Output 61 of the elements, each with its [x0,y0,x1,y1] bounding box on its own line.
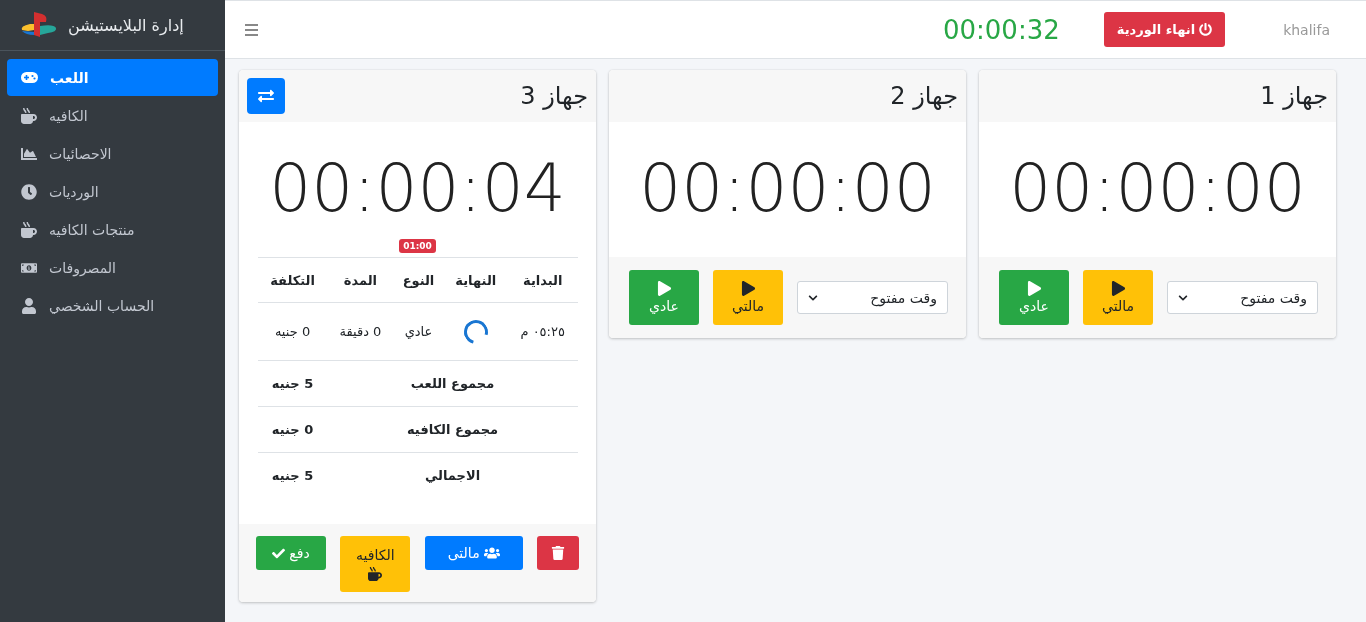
delete-button[interactable] [537,536,579,570]
column-header: التكلفة [257,257,328,303]
sidebar-item[interactable]: الحساب الشخصي [7,287,218,324]
total-label: الاجمالي [327,452,578,498]
play-icon [1026,281,1042,296]
sidebar-item[interactable]: الورديات [7,173,218,210]
total-value: 0 جنيه [257,406,328,453]
chevron-down-icon [808,292,818,303]
swap-button[interactable] [247,78,285,114]
total-value: 5 جنيه [257,360,328,407]
shift-timer: 00:00:32 [942,14,1060,45]
play-icon [656,281,672,296]
total-label: مجموع الكافيه [327,406,578,453]
sidebar-item[interactable]: منتجات الكافيه [7,211,218,248]
end-shift-button[interactable]: انهاء الوردية [1103,12,1226,47]
chart-icon [21,145,37,162]
mug-icon [368,567,383,581]
device-timer: 00:00:04 [268,149,567,229]
menu-icon[interactable] [245,23,258,36]
column-header: النهاية [443,257,508,303]
swap-arrows-icon [258,88,274,104]
sidebar-item[interactable]: الاحصائيات [7,135,218,172]
play-icon [740,281,756,296]
table-cell: 0 جنيه [257,302,328,361]
mode-select[interactable]: وقت مفتوح [797,281,948,314]
check-icon [272,546,286,560]
device-timer: 00:00:00 [1008,149,1307,229]
username: khalifa [1283,21,1330,38]
mug-icon [21,107,37,124]
users-icon [483,545,500,561]
multi-button[interactable]: مالتى [424,536,523,570]
table-cell: ٠٥:٢٥ م [507,302,578,361]
device-title: جهاز 2 [890,82,958,110]
sidebar-item[interactable]: الكافيه [7,97,218,134]
mode-select[interactable]: وقت مفتوح [1167,281,1318,314]
app-title: إدارة البلايستيشن [68,15,184,35]
clock-icon [21,183,37,200]
trash-icon [551,546,565,560]
device-title: جهاز 1 [1260,82,1328,110]
total-value: 5 جنيه [257,452,328,498]
device-timer: 00:00:00 [638,149,937,229]
multi-play-button[interactable]: مالتي [713,270,783,325]
logo-icon [20,10,58,40]
column-header: النوع [393,257,444,303]
multi-play-button[interactable]: مالتي [1083,270,1153,325]
play-icon [1110,281,1126,296]
gamepad-icon [21,72,38,83]
sidebar-item[interactable]: المصروفات [7,249,218,286]
column-header: البداية [507,257,578,303]
device-title: جهاز 3 [520,82,588,110]
table-cell: عادي [393,302,444,361]
column-header: المدة [327,257,394,303]
user-icon [21,297,37,314]
cafe-button[interactable]: الكافيه [340,536,411,592]
total-label: مجموع اللعب [327,360,578,407]
chevron-down-icon [1178,292,1188,303]
time-badge: 01:00 [399,239,436,253]
sidebar-item[interactable]: اللعب [7,59,218,96]
table-cell: 0 دقيقة [327,302,394,361]
mug-icon [21,221,37,238]
power-icon [1199,23,1213,36]
